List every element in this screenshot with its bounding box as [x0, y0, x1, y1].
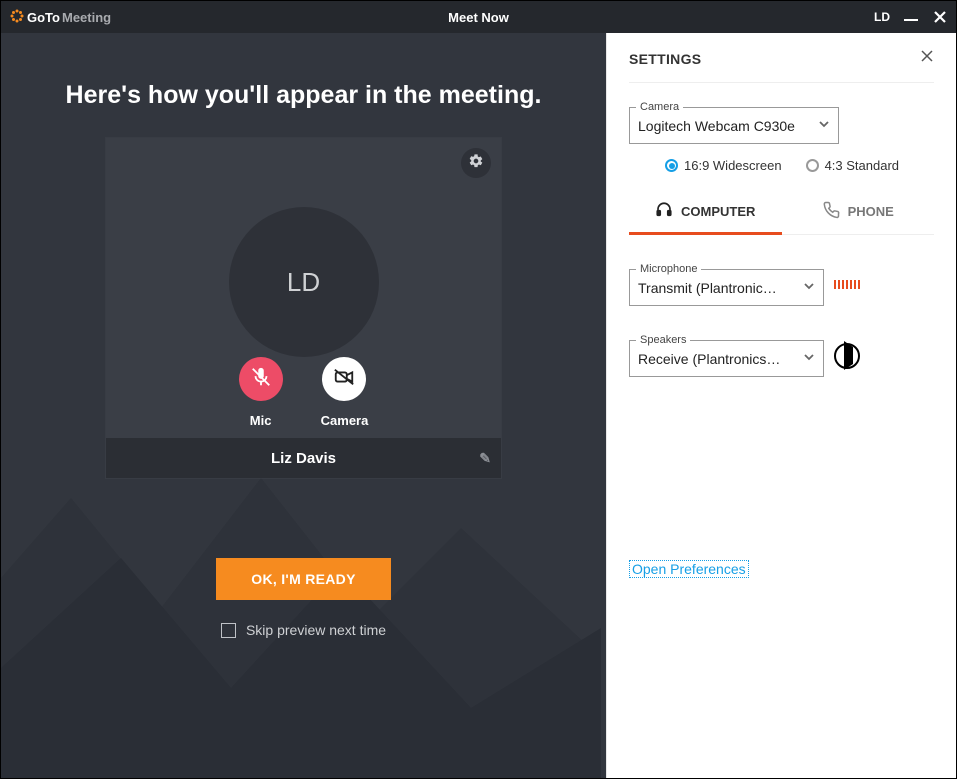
mic-toggle-label: Mic: [250, 413, 272, 428]
brand-logo-icon: [9, 8, 25, 27]
open-preferences-link[interactable]: Open Preferences: [629, 560, 749, 578]
aspect-standard-radio[interactable]: 4:3 Standard: [806, 158, 899, 173]
play-icon: [842, 347, 853, 365]
microphone-select-value: Transmit (Plantronics Savi…: [638, 280, 783, 296]
camera-select-legend: Camera: [636, 101, 683, 113]
speakers-select[interactable]: Speakers Receive (Plantronics Savi …: [629, 334, 824, 377]
audio-tab-phone-label: PHONE: [848, 204, 894, 219]
preview-heading: Here's how you'll appear in the meeting.: [1, 81, 606, 110]
chevron-down-icon: [803, 350, 815, 368]
radio-selected-icon: [665, 159, 678, 172]
test-speakers-button[interactable]: [834, 343, 860, 369]
preview-pane: Here's how you'll appear in the meeting.…: [1, 33, 606, 778]
close-button[interactable]: [932, 9, 948, 25]
gear-icon: [468, 153, 484, 174]
camera-toggle-label: Camera: [321, 413, 369, 428]
microphone-select-legend: Microphone: [636, 263, 701, 275]
avatar-initials: LD: [287, 267, 320, 298]
display-name: Liz Davis: [271, 450, 336, 467]
mic-toggle[interactable]: Mic: [239, 357, 283, 428]
titlebar: GoToMeeting Meet Now LD: [1, 1, 956, 33]
speakers-select-legend: Speakers: [636, 334, 690, 346]
camera-off-icon: [333, 366, 355, 393]
avatar-placeholder: LD: [229, 207, 379, 357]
settings-close-button[interactable]: [920, 49, 934, 68]
chevron-down-icon: [818, 117, 830, 135]
ok-ready-button[interactable]: OK, I'M READY: [216, 558, 391, 600]
mic-level-meter: [834, 280, 860, 289]
audio-tab-phone[interactable]: PHONE: [782, 191, 935, 234]
aspect-standard-label: 4:3 Standard: [825, 158, 899, 173]
close-icon: [920, 50, 934, 67]
aspect-widescreen-radio[interactable]: 16:9 Widescreen: [665, 158, 782, 173]
audio-tab-computer-label: COMPUTER: [681, 204, 755, 219]
brand-text-meeting: Meeting: [62, 10, 111, 25]
preview-settings-button[interactable]: [461, 148, 491, 178]
skip-preview-checkbox[interactable]: Skip preview next time: [1, 622, 606, 638]
camera-toggle[interactable]: Camera: [321, 357, 369, 428]
preview-stage: LD Mic: [106, 138, 501, 438]
skip-preview-label: Skip preview next time: [246, 622, 386, 638]
headset-icon: [655, 201, 673, 222]
window-title: Meet Now: [1, 10, 956, 25]
camera-select[interactable]: Camera Logitech Webcam C930e: [629, 101, 839, 144]
settings-title: SETTINGS: [629, 51, 701, 67]
phone-icon: [822, 201, 840, 222]
speakers-select-value: Receive (Plantronics Savi …: [638, 351, 783, 367]
name-bar: Liz Davis ✎: [106, 438, 501, 478]
user-initials-badge[interactable]: LD: [874, 10, 890, 24]
radio-unselected-icon: [806, 159, 819, 172]
microphone-select[interactable]: Microphone Transmit (Plantronics Savi…: [629, 263, 824, 306]
minimize-button[interactable]: [904, 13, 918, 21]
settings-panel: SETTINGS Camera Logitech Webcam C930e: [606, 33, 956, 778]
audio-tab-computer[interactable]: COMPUTER: [629, 191, 782, 234]
camera-select-value: Logitech Webcam C930e: [638, 118, 795, 134]
brand-text-goto: GoTo: [27, 10, 60, 25]
brand: GoToMeeting: [9, 8, 111, 27]
mic-muted-icon: [250, 366, 272, 393]
chevron-down-icon: [803, 279, 815, 297]
edit-name-button[interactable]: ✎: [479, 450, 491, 467]
pencil-icon: ✎: [479, 450, 491, 466]
checkbox-icon: [221, 623, 236, 638]
aspect-widescreen-label: 16:9 Widescreen: [684, 158, 782, 173]
preview-card: LD Mic: [106, 138, 501, 478]
